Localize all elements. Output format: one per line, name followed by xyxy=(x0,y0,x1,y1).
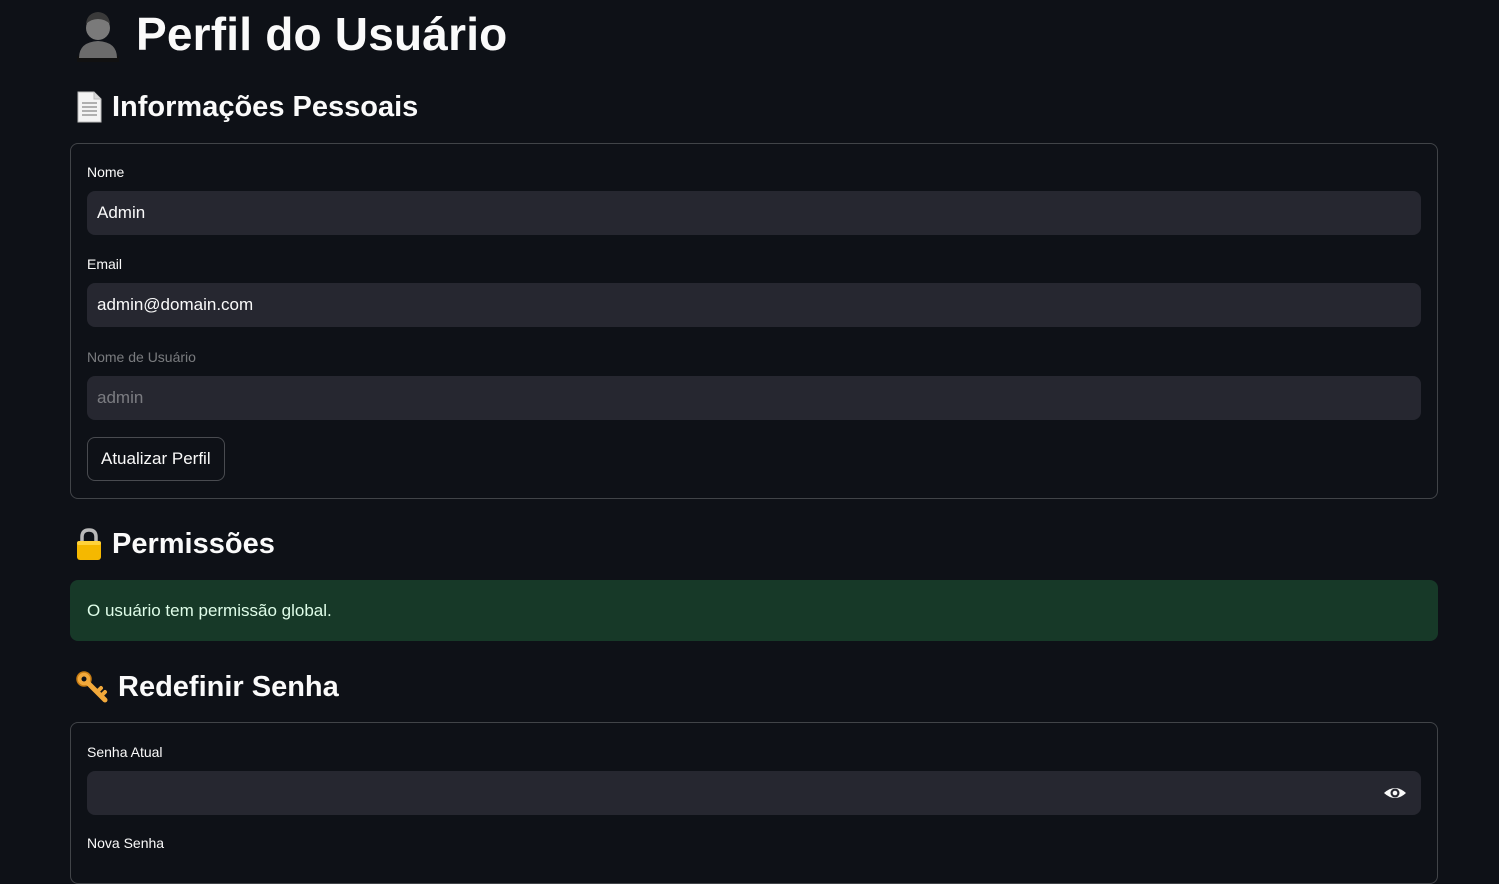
page-title: Perfil do Usuário xyxy=(74,4,507,64)
email-input-value: admin@domain.com xyxy=(97,295,254,314)
email-input[interactable]: admin@domain.com xyxy=(87,283,1421,327)
current-password-label: Senha Atual xyxy=(87,744,163,760)
username-input-value: admin xyxy=(97,388,144,407)
current-password-input[interactable] xyxy=(87,771,1421,815)
personal-info-heading: Informações Pessoais xyxy=(74,87,418,127)
document-icon xyxy=(74,90,104,124)
update-profile-button[interactable]: Atualizar Perfil xyxy=(87,437,225,481)
key-icon xyxy=(74,670,110,704)
personal-info-heading-text: Informações Pessoais xyxy=(112,90,419,123)
reset-password-heading-text: Redefinir Senha xyxy=(118,670,339,703)
permissions-heading-text: Permissões xyxy=(112,527,275,560)
permissions-heading: Permissões xyxy=(74,524,275,564)
user-silhouette-icon xyxy=(74,6,122,62)
name-input-value: Admin xyxy=(97,203,146,222)
email-label: Email xyxy=(87,256,123,272)
permission-success-alert: O usuário tem permissão global. xyxy=(70,580,1438,641)
name-label: Nome xyxy=(87,164,125,180)
permission-message: O usuário tem permissão global. xyxy=(87,600,332,620)
reset-password-form: Senha Atual Nova Senha xyxy=(70,722,1438,884)
eye-icon[interactable] xyxy=(1383,782,1407,804)
page-title-text: Perfil do Usuário xyxy=(136,8,508,60)
username-label: Nome de Usuário xyxy=(87,349,196,365)
personal-info-form: Nome Admin Email admin@domain.com Nome d… xyxy=(70,143,1438,499)
lock-icon xyxy=(74,527,104,561)
name-input[interactable]: Admin xyxy=(87,191,1421,235)
reset-password-heading: Redefinir Senha xyxy=(74,667,339,707)
update-profile-button-label: Atualizar Perfil xyxy=(101,449,211,468)
username-input: admin xyxy=(87,376,1421,420)
